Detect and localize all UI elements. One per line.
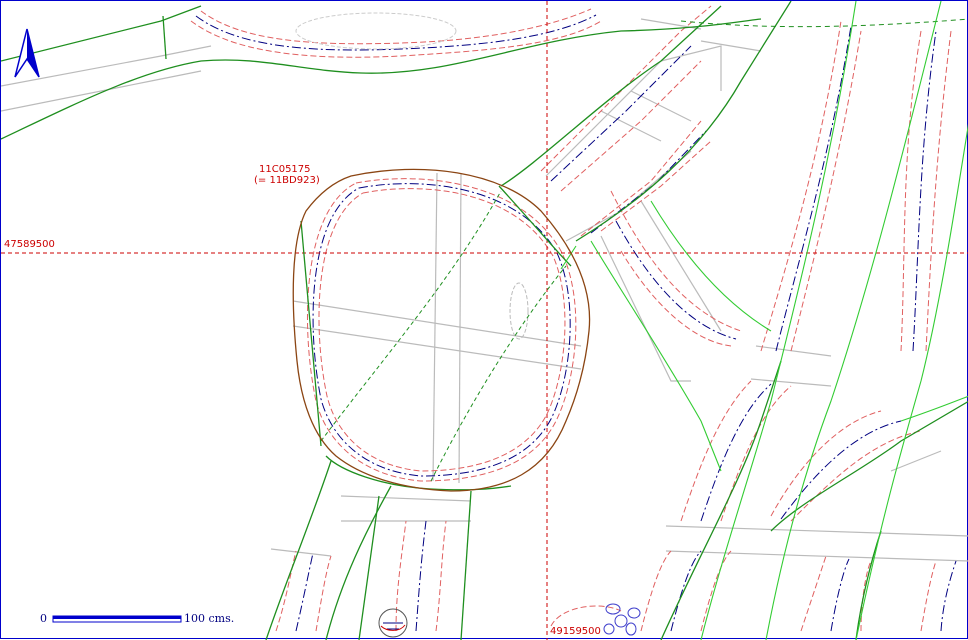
scale-end-label: 100 cms. bbox=[184, 612, 235, 625]
scale-bar bbox=[52, 615, 182, 623]
coordinate-grid bbox=[1, 1, 968, 640]
green-dashed-path-2 bbox=[430, 265, 567, 482]
gray-structure-lines bbox=[1, 18, 968, 562]
map-drawing bbox=[1, 1, 968, 640]
parcel-alias-label: (= 11BD923) bbox=[254, 175, 320, 186]
light-green-boundaries bbox=[560, 1, 968, 640]
small-pond bbox=[509, 282, 529, 340]
scale-start-label: 0 bbox=[40, 612, 47, 625]
red-contour-lines bbox=[190, 5, 952, 632]
rocks-cluster bbox=[603, 603, 641, 636]
northing-label: 47589500 bbox=[4, 239, 55, 250]
green-dashed-path bbox=[320, 190, 502, 442]
green-boundaries bbox=[1, 1, 968, 640]
green-dashed-boundary bbox=[680, 18, 968, 28]
map-canvas[interactable]: 11C05175 (= 11BD923) 47589500 49159500 0… bbox=[0, 0, 968, 640]
easting-label: 49159500 bbox=[550, 626, 601, 637]
parcel-label[interactable]: 11C05175 bbox=[259, 164, 311, 175]
